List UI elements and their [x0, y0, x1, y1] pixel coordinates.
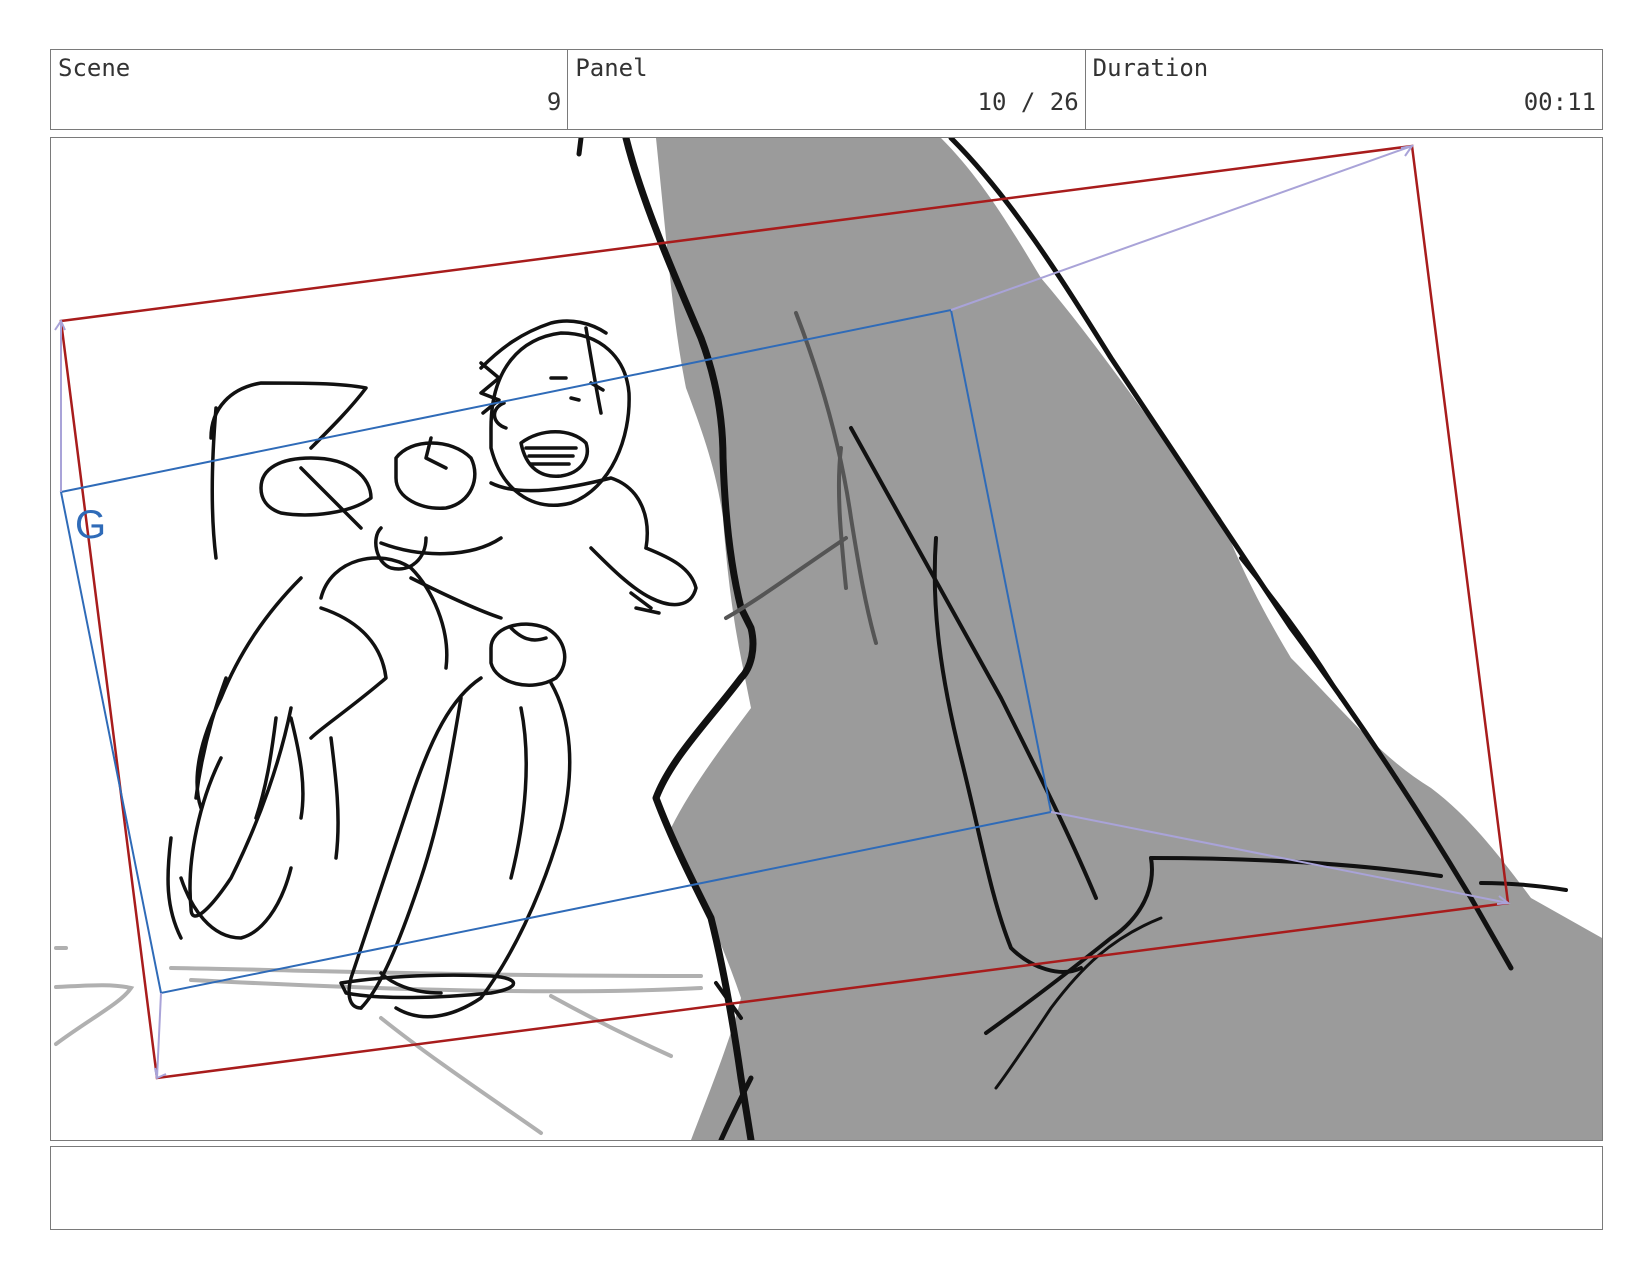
scene-value: 9	[546, 88, 562, 116]
scene-label: Scene	[58, 54, 131, 82]
duration-value: 00:11	[1523, 88, 1596, 116]
panel-header: Scene 9 Panel 10 / 26 Duration 00:11	[50, 49, 1603, 130]
panel-notes	[50, 1146, 1603, 1230]
camera-guide-letter: G	[75, 503, 106, 547]
panel-cell: Panel 10 / 26	[568, 50, 1086, 129]
character-sketch	[166, 319, 698, 1019]
storyboard-panel: G	[50, 137, 1603, 1141]
rock-shape	[656, 138, 1602, 1140]
sketch-drawing: G	[54, 138, 1602, 1140]
panel-label: Panel	[575, 54, 648, 82]
panel-value: 10 / 26	[977, 88, 1079, 116]
scene-cell: Scene 9	[51, 50, 569, 129]
duration-cell: Duration 00:11	[1086, 50, 1602, 129]
duration-label: Duration	[1092, 54, 1209, 82]
